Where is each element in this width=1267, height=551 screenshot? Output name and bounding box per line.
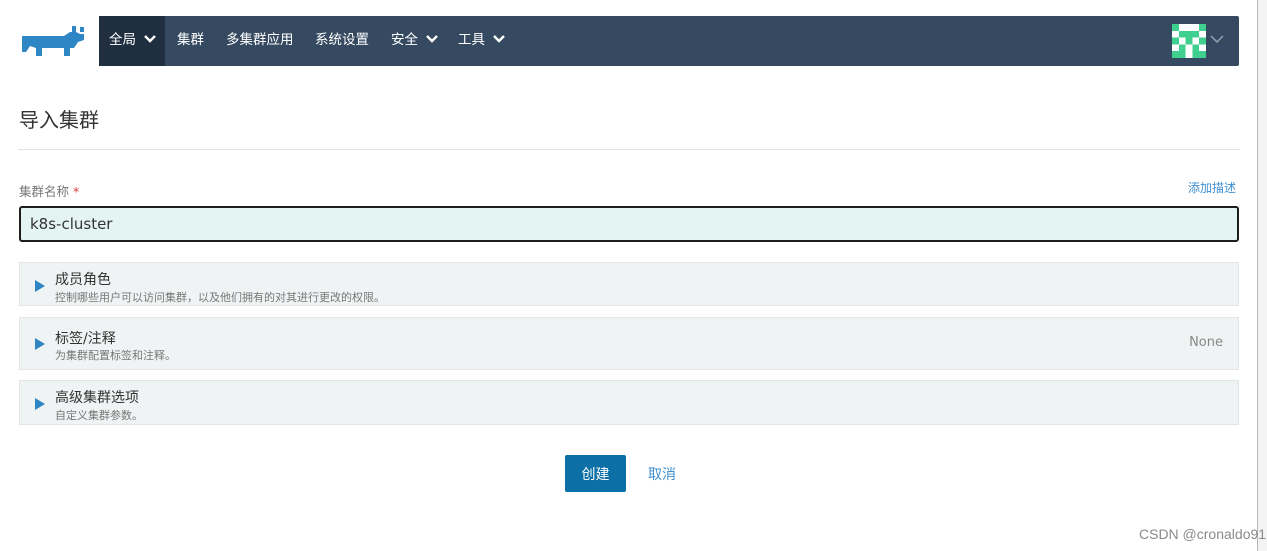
labels-annotations-status: None bbox=[1189, 335, 1223, 350]
advanced-options-subtitle: 自定义集群参数。 bbox=[55, 409, 143, 422]
expand-triangle-icon bbox=[35, 338, 45, 350]
cancel-button[interactable]: 取消 bbox=[634, 455, 690, 492]
nav-settings[interactable]: 系统设置 bbox=[315, 16, 369, 66]
nav-tools-label: 工具 bbox=[458, 32, 485, 48]
user-avatar[interactable] bbox=[1172, 24, 1206, 58]
expand-triangle-icon bbox=[35, 398, 45, 410]
chevron-down-icon bbox=[493, 35, 506, 43]
nav-clusters[interactable]: 集群 bbox=[177, 16, 204, 66]
required-mark: * bbox=[73, 184, 80, 199]
cluster-name-label: 集群名称 * bbox=[19, 181, 79, 200]
labels-annotations-section[interactable]: 标签/注释 为集群配置标签和注释。 None bbox=[19, 317, 1239, 370]
member-roles-title: 成员角色 bbox=[55, 272, 111, 288]
member-roles-section[interactable]: 成员角色 控制哪些用户可以访问集群，以及他们拥有的对其进行更改的权限。 bbox=[19, 262, 1239, 306]
nav-tools[interactable]: 工具 bbox=[458, 16, 506, 66]
add-description-link[interactable]: 添加描述 bbox=[1188, 179, 1236, 196]
chevron-down-icon bbox=[144, 35, 157, 43]
labels-annotations-title: 标签/注释 bbox=[55, 331, 116, 347]
nav-global-label: 全局 bbox=[109, 32, 136, 48]
create-button[interactable]: 创建 bbox=[565, 455, 626, 492]
member-roles-subtitle: 控制哪些用户可以访问集群，以及他们拥有的对其进行更改的权限。 bbox=[55, 291, 385, 304]
advanced-options-title: 高级集群选项 bbox=[55, 390, 139, 406]
nav-settings-label: 系统设置 bbox=[315, 32, 369, 48]
cluster-name-input[interactable] bbox=[19, 206, 1239, 242]
scrollbar-gutter[interactable] bbox=[1258, 0, 1267, 551]
expand-triangle-icon bbox=[35, 280, 45, 292]
header-divider bbox=[18, 149, 1240, 150]
nav-multicluster-apps-label: 多集群应用 bbox=[226, 32, 294, 48]
nav-global[interactable]: 全局 bbox=[99, 16, 165, 66]
rancher-logo-icon[interactable] bbox=[18, 24, 88, 58]
watermark-text: CSDN @cronaldo91 bbox=[1139, 526, 1267, 542]
user-menu-chevron-icon[interactable] bbox=[1210, 34, 1224, 44]
labels-annotations-subtitle: 为集群配置标签和注释。 bbox=[55, 349, 176, 362]
advanced-options-section[interactable]: 高级集群选项 自定义集群参数。 bbox=[19, 380, 1239, 425]
nav-security[interactable]: 安全 bbox=[391, 16, 439, 66]
cluster-name-label-text: 集群名称 bbox=[19, 184, 70, 199]
nav-multicluster-apps[interactable]: 多集群应用 bbox=[226, 16, 294, 66]
nav-clusters-label: 集群 bbox=[177, 32, 204, 48]
top-navbar: 全局 集群 多集群应用 系统设置 安全 工具 bbox=[99, 16, 1239, 66]
nav-security-label: 安全 bbox=[391, 32, 418, 48]
chevron-down-icon bbox=[426, 35, 439, 43]
page-title: 导入集群 bbox=[19, 108, 99, 132]
